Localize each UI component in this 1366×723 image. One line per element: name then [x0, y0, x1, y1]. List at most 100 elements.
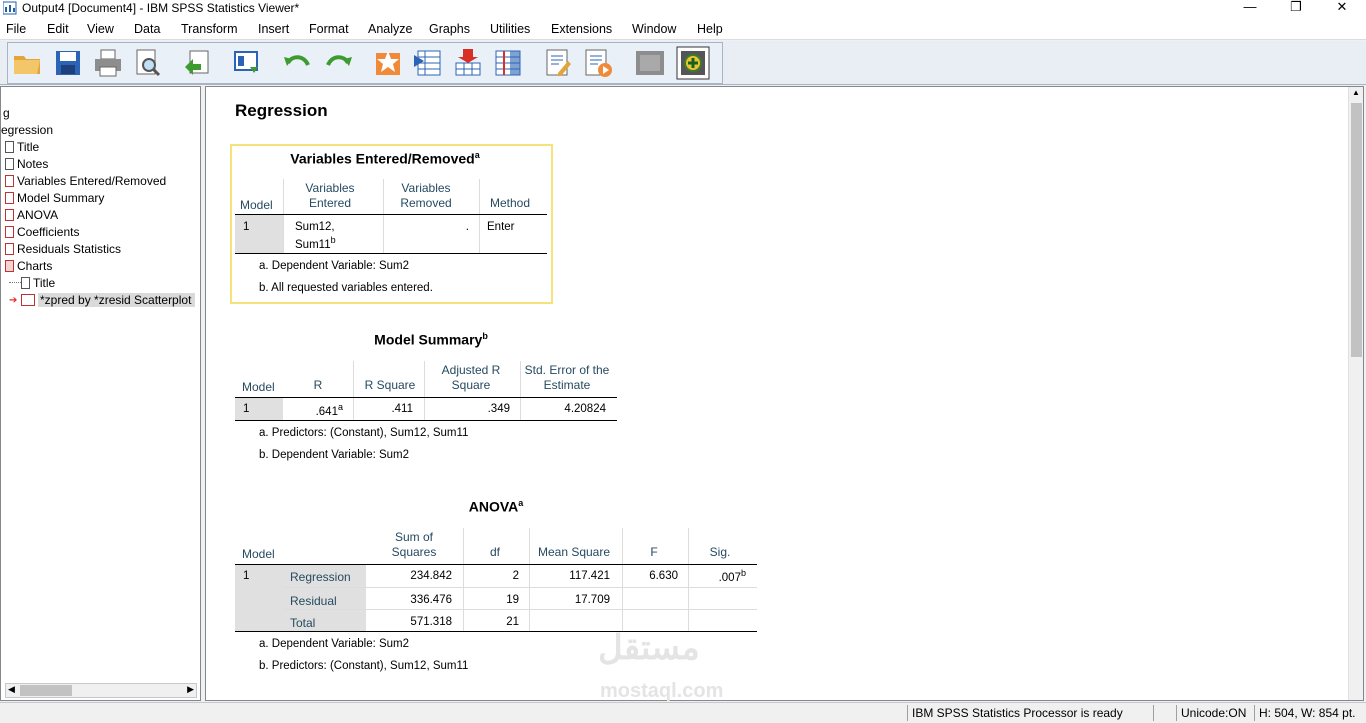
menu-insert[interactable]: Insert [258, 22, 289, 36]
grid-line [383, 179, 384, 254]
menu-transform[interactable]: Transform [181, 22, 238, 36]
grid-line [353, 361, 354, 420]
goto-data-icon[interactable] [372, 47, 404, 79]
goto-variable-icon[interactable] [452, 47, 484, 79]
watermark-arabic: مستقل [598, 629, 700, 667]
window-title: Output4 [Document4] - IBM SPSS Statistic… [22, 1, 300, 15]
anova-footnote-b: b. Predictors: (Constant), Sum12, Sum11 [259, 660, 469, 672]
menu-utilities[interactable]: Utilities [490, 22, 530, 36]
ms-se: 4.20824 [564, 403, 606, 415]
ver-title: Variables Entered/Removeda [290, 150, 480, 167]
grid-line [424, 361, 425, 420]
designate-window-icon[interactable] [634, 47, 666, 79]
table-icon [5, 209, 14, 221]
undo-icon[interactable] [282, 47, 314, 79]
minimize-button[interactable]: — [1227, 0, 1273, 17]
anova-regression-ss: 234.842 [410, 570, 452, 582]
grid-line [529, 528, 530, 631]
charts-icon [5, 260, 14, 272]
table-icon [5, 192, 14, 204]
anova-model-1: 1 [243, 570, 250, 582]
scroll-thumb[interactable] [20, 685, 72, 696]
outline-item-residuals[interactable]: Residuals Statistics [5, 242, 121, 259]
outline-item-charts[interactable]: Charts [5, 259, 52, 276]
outline-item-anova[interactable]: ANOVA [5, 208, 58, 225]
outline-item-notes[interactable]: Notes [5, 157, 48, 174]
anova-title: ANOVAa [468, 498, 524, 515]
menu-window[interactable]: Window [632, 22, 676, 36]
status-separator [1254, 705, 1255, 721]
outline-item-chart-title[interactable]: Title [9, 276, 55, 293]
status-bar: IBM SPSS Statistics Processor is ready U… [0, 702, 1366, 723]
anova-regression-f: 6.630 [649, 570, 678, 582]
menu-analyze[interactable]: Analyze [368, 22, 412, 36]
menu-edit[interactable]: Edit [47, 22, 69, 36]
regression-heading: Regression [235, 101, 328, 120]
export-icon[interactable] [182, 47, 214, 79]
outline-item-log[interactable]: g [3, 106, 10, 123]
scroll-left-icon[interactable]: ◀ [8, 684, 15, 695]
outline-pane: g egression Title Notes Variables Entere… [0, 86, 201, 701]
menu-format[interactable]: Format [309, 22, 349, 36]
ms-r2: .411 [391, 403, 413, 415]
outline-item-regression[interactable]: egression [1, 123, 53, 140]
outline-item-title[interactable]: Title [5, 140, 39, 157]
ver-method: Enter [487, 221, 515, 233]
variables-icon[interactable] [492, 47, 524, 79]
anova-footnote-a: a. Dependent Variable: Sum2 [259, 638, 410, 650]
menu-extensions[interactable]: Extensions [551, 22, 612, 36]
output-vertical-scrollbar[interactable]: ▲ [1348, 87, 1363, 700]
goto-case-icon[interactable] [412, 47, 444, 79]
close-button[interactable]: ✕ [1319, 0, 1365, 17]
outline-item-coefficients[interactable]: Coefficients [5, 225, 79, 242]
grid-line [283, 587, 757, 588]
add-icon[interactable] [676, 46, 710, 80]
outline-item-scatterplot[interactable]: ➔ *zpred by *zresid Scatterplot [9, 293, 196, 310]
insert-output-icon[interactable] [542, 47, 574, 79]
grid-line [479, 179, 480, 254]
anova-total-df: 21 [506, 616, 519, 628]
notes-icon [5, 158, 14, 170]
ms-title: Model Summaryb [374, 331, 488, 348]
ver-entered-2: Sum11b [295, 235, 336, 251]
anova-col-ms: Mean Square [537, 545, 611, 559]
ms-col-se: Std. Error of the Estimate [524, 363, 610, 392]
scroll-thumb[interactable] [1351, 103, 1362, 357]
table-rule [235, 420, 617, 421]
save-icon[interactable] [52, 47, 84, 79]
menu-help[interactable]: Help [697, 22, 723, 36]
title-icon [5, 141, 14, 153]
run-script-icon[interactable] [582, 47, 614, 79]
scroll-up-icon[interactable]: ▲ [1352, 88, 1360, 97]
print-icon[interactable] [92, 47, 124, 79]
processor-status: IBM SPSS Statistics Processor is ready [912, 706, 1123, 720]
ver-footnote-a: a. Dependent Variable: Sum2 [259, 260, 410, 272]
recall-dialog-icon[interactable] [232, 47, 264, 79]
table-icon [5, 175, 14, 187]
anova-regression-sig: .007b [718, 568, 746, 584]
anova-regression-ms: 117.421 [569, 570, 610, 582]
open-icon[interactable] [12, 47, 44, 79]
menu-view[interactable]: View [87, 22, 114, 36]
anova-row-total-label: Total [290, 616, 316, 630]
scroll-right-icon[interactable]: ▶ [187, 684, 194, 695]
ms-model-1: 1 [243, 403, 250, 415]
menu-data[interactable]: Data [134, 22, 160, 36]
anova-col-model: Model [242, 547, 275, 561]
redo-icon[interactable] [322, 47, 354, 79]
ms-col-adj: Adjusted R Square [441, 363, 501, 392]
menu-graphs[interactable]: Graphs [429, 22, 470, 36]
spss-viewer-icon [3, 1, 17, 15]
ms-col-model: Model [242, 380, 275, 394]
grid-line [622, 528, 623, 631]
print-preview-icon[interactable] [132, 47, 164, 79]
ms-r: .641a [315, 402, 343, 418]
ms-footnote-b: b. Dependent Variable: Sum2 [259, 449, 410, 461]
anova-row-regression-label: Regression [290, 570, 351, 584]
restore-button[interactable]: ❐ [1273, 0, 1319, 17]
outline-horizontal-scrollbar[interactable]: ◀ ▶ [5, 683, 197, 698]
outline-item-model-summary[interactable]: Model Summary [5, 191, 104, 208]
menu-bar: File Edit View Data Transform Insert For… [0, 17, 1366, 40]
outline-item-variables-entered[interactable]: Variables Entered/Removed [5, 174, 166, 191]
menu-file[interactable]: File [6, 22, 26, 36]
